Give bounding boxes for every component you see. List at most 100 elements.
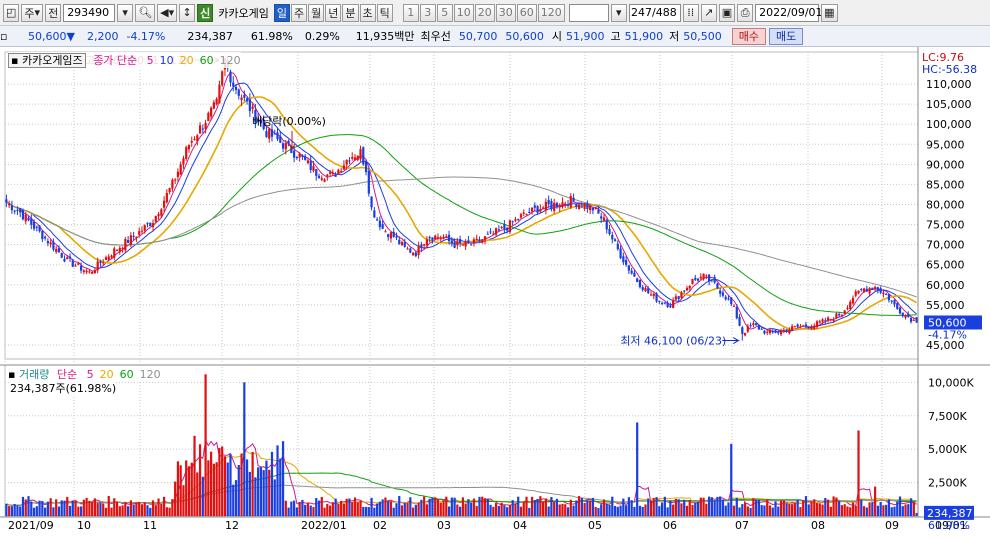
save-icon[interactable]: ▣ <box>718 3 736 22</box>
market-type-select[interactable]: 주 ▾ <box>21 3 44 22</box>
candle-body <box>174 179 177 181</box>
quote-toggle-icon[interactable]: ▫ <box>0 30 14 43</box>
price-ma-5[interactable]: 5 <box>147 54 154 67</box>
print-icon[interactable]: ⎙ <box>737 3 754 22</box>
step-icon[interactable]: ↕ <box>179 3 196 22</box>
candle-body <box>583 203 586 209</box>
volume-bar <box>323 507 326 516</box>
volume-bar <box>187 466 191 516</box>
period-tab-0[interactable]: 일 <box>273 3 290 22</box>
volume-value: 234,387 <box>187 29 233 43</box>
candle-body <box>464 241 467 247</box>
sell-button[interactable]: 매도 <box>769 27 804 45</box>
volume-bar <box>8 506 11 516</box>
volume-bar <box>909 498 913 516</box>
new-listing-badge[interactable]: 신 <box>197 3 214 22</box>
volume-bar <box>243 382 246 516</box>
price-ma-20[interactable]: 20 <box>180 54 194 67</box>
candle-body <box>616 243 619 250</box>
volume-bar <box>234 480 238 516</box>
price-ma-120[interactable]: 120 <box>220 54 241 67</box>
volume-bar <box>320 496 323 516</box>
interval-button-5[interactable]: 5 <box>436 3 453 22</box>
candle-body <box>331 172 334 175</box>
period-tab-4[interactable]: 분 <box>342 3 359 22</box>
candle-body <box>82 270 85 272</box>
interval-button-60[interactable]: 60 <box>516 3 537 22</box>
code-dropdown-icon[interactable]: ▾ <box>117 3 134 22</box>
custom-interval-input[interactable] <box>568 3 609 22</box>
volume-bar <box>46 501 49 516</box>
volume-bar <box>652 498 655 516</box>
price-ma-60[interactable]: 60 <box>200 54 214 67</box>
chart-settings-icon[interactable]: ◰ <box>3 3 20 22</box>
candle-body <box>293 150 296 158</box>
date-input[interactable]: 2022/09/01 <box>755 3 823 22</box>
search-icon[interactable]: 🔍︎ <box>135 3 156 22</box>
candle-body <box>815 321 819 328</box>
interval-dropdown-icon[interactable]: ▾ <box>610 3 627 22</box>
price-legend-name[interactable]: ▪ 카카오게임즈 <box>8 53 86 68</box>
interval-button-30[interactable]: 30 <box>495 3 516 22</box>
volume-bar <box>44 507 47 516</box>
interval-button-10[interactable]: 10 <box>453 3 474 22</box>
candle-body <box>85 270 88 273</box>
candle-body <box>683 290 686 292</box>
volume-ma-60[interactable]: 60 <box>120 368 134 381</box>
price-tick-label: 70,000 <box>926 239 965 252</box>
price-ma-10[interactable]: 10 <box>160 54 174 67</box>
volume-bar <box>279 458 282 516</box>
volume-bar <box>522 501 525 516</box>
interval-button-1[interactable]: 1 <box>402 3 419 22</box>
volume-ma-120[interactable]: 120 <box>140 368 161 381</box>
volume-bar <box>730 443 733 516</box>
interval-button-120[interactable]: 120 <box>537 3 565 22</box>
calendar-icon[interactable]: ▦ <box>821 3 838 22</box>
interval-buttons: 1 3 5 10 20 30 60 120 <box>402 3 565 22</box>
interval-button-3[interactable]: 3 <box>419 3 436 22</box>
volume-bar <box>547 506 550 516</box>
candle-body <box>373 210 376 218</box>
period-tab-5[interactable]: 초 <box>359 3 376 22</box>
period-tab-1[interactable]: 주 <box>291 3 308 22</box>
stock-chart[interactable]: 110,000 105,000 100,000 95,000 90,000 85,000 8… <box>0 47 990 539</box>
period-tab-6[interactable]: 틱 <box>376 3 393 22</box>
volume-bar <box>732 505 736 516</box>
volume-bar <box>788 503 791 516</box>
period-tab-3[interactable]: 년 <box>325 3 342 22</box>
volume-bar <box>140 504 144 516</box>
volume-bar <box>57 506 61 516</box>
volume-bar <box>782 500 785 516</box>
volume-bar <box>860 499 863 516</box>
volume-bar <box>699 497 702 516</box>
candle-body <box>456 241 459 246</box>
volume-bar <box>724 505 727 516</box>
volume-bar <box>104 507 108 516</box>
volume-bar <box>198 444 202 516</box>
volume-bar <box>636 422 639 516</box>
candle-body <box>577 204 581 210</box>
volume-bar <box>55 499 58 516</box>
speaker-icon[interactable]: ◀▾ <box>157 3 178 22</box>
candle-body <box>461 244 464 246</box>
candle-body <box>511 221 514 223</box>
buy-button[interactable]: 매수 <box>731 27 767 45</box>
volume-pane <box>4 364 919 517</box>
turnover-rate: 0.29% <box>304 29 340 43</box>
volume-bar <box>685 505 689 516</box>
grid-icon[interactable]: ⁞⁞ <box>682 3 699 22</box>
volume-bar <box>594 507 597 516</box>
candle-body <box>326 174 329 177</box>
interval-button-20[interactable]: 20 <box>474 3 495 22</box>
volume-tick-label: 2,500K <box>928 477 967 490</box>
trend-icon[interactable]: ↗ <box>700 3 717 22</box>
candle-body <box>229 71 232 83</box>
candle-body <box>378 220 381 228</box>
stock-code-input[interactable]: 293490 <box>63 3 116 22</box>
volume-bar <box>838 501 841 516</box>
volume-bar <box>915 512 918 516</box>
prev-button[interactable]: 전 <box>45 3 62 22</box>
volume-bar <box>896 501 899 516</box>
volume-bar <box>813 499 816 516</box>
period-tab-2[interactable]: 월 <box>308 3 325 22</box>
